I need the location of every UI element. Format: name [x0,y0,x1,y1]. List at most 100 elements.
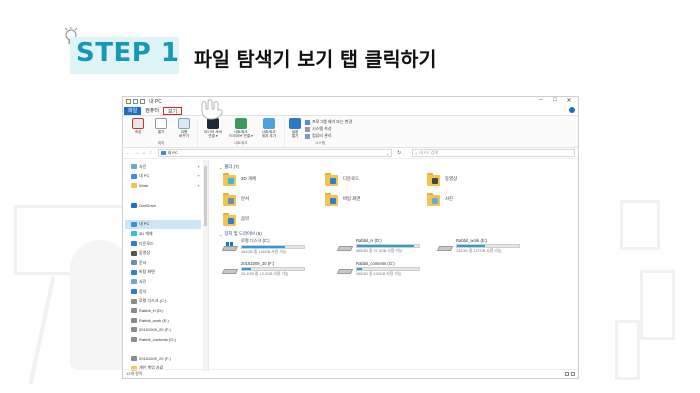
nav-item[interactable]: 사진 [131,277,208,287]
nav-item[interactable]: 바탕 화면 [131,268,208,278]
nav-item[interactable]: 내 PC ✦ [131,172,208,182]
system-properties-item[interactable]: 시스템 속성 [305,126,352,132]
large-icons-view-icon[interactable] [571,372,575,376]
address-path: 내 PC [167,150,178,155]
refresh-icon[interactable]: ↻ [395,150,403,156]
drives-header[interactable]: ⌄ 장치 및 드라이브 (5) [219,230,572,238]
folder-name: 문서 [241,196,250,201]
media-server-button[interactable]: 미디어 서버 연결 ▾ [201,118,225,140]
folder-name: 바탕 화면 [343,196,361,201]
details-view-icon[interactable] [565,372,569,376]
nav-item[interactable]: 사진 ✦ [131,162,208,172]
nav-item-label: 문서 [139,259,147,265]
nav-item[interactable]: 음악 [131,287,208,297]
drive-item[interactable]: 20151009_20 (F:) 15.1GB 중 13.0GB 사용 가능 [221,261,338,282]
network-drive-icon [235,118,247,129]
drive-usage-bar [241,267,305,271]
folder-item[interactable]: 문서 [223,191,325,207]
nav-scrollbar[interactable] [203,160,208,371]
ribbon: 속성 열기 이름 바꾸기 위치 미디어 서버 연결 ▾ 네트워크 드라이브 연결… [123,115,578,148]
folder-icon [223,212,236,226]
drive-free-space: 232GB 중 127GB 사용 가능 [456,249,502,253]
folder-item[interactable]: 사진 [427,191,529,207]
quick-access-icon[interactable] [133,99,138,104]
rename-icon [178,118,190,129]
nav-item[interactable]: 동영상 [131,248,208,258]
open-settings-button[interactable]: 설정 열기 [288,118,302,140]
forward-arrow-icon[interactable]: → [134,150,139,156]
up-arrow-icon[interactable]: ↑ [150,150,155,156]
nav-item[interactable]: Rabbit_work (E:) [131,316,208,326]
nav-item[interactable]: 3D 개체 [131,229,208,239]
nav-item-label: 음악 [139,288,147,294]
tab-file[interactable]: 파일 [124,106,142,115]
nav-item[interactable]: 문서 [131,258,208,268]
windows-drive-icon [221,242,239,253]
search-input[interactable]: ⌕ 내 PC 검색 [412,149,575,157]
drive-item[interactable]: Rabbit_contents (G:) 465GB 중 430GB 사용 가능 [336,261,438,282]
folders-grid: 3D 개체 다운로드 동영상문서 바탕 화면 사진음악 [219,171,572,227]
nav-item-label: 로컬 디스크 (C:) [139,298,167,304]
folder-item[interactable]: 음악 [223,211,325,227]
tab-view[interactable]: 보기 [163,106,183,115]
drive-item[interactable]: Rabbit_work (E:) 232GB 중 127GB 사용 가능 [436,238,538,259]
nav-item-icon [131,336,137,342]
uninstall-program-item[interactable]: 프로그램 제거 또는 변경 [305,119,352,125]
folder-name: 다운로드 [343,176,360,181]
add-network-location-button[interactable]: 네트워크 위치 추가 [257,118,281,140]
ribbon-group-label: 시스템 [315,141,326,145]
chevron-down-icon[interactable]: ⌄ [386,151,389,156]
nav-item[interactable]: 다운로드 [131,239,208,249]
folder-name: 3D 개체 [241,176,256,181]
drive-free-space: 465GB 중 430GB 사용 가능 [356,272,402,276]
close-button[interactable]: ✕ [562,97,576,104]
background-figure [70,240,130,370]
drives-grid: 로컬 디스크 (C:) 464GB 중 146GB 사용 가능 Rabbit_H (… [219,238,572,282]
recent-locations-icon[interactable]: ⌄ [142,150,147,156]
window-title: 내 PC [149,99,162,105]
folder-item[interactable]: 바탕 화면 [325,191,427,207]
file-explorer-window: 내 PC – □ ✕ 파일 컴퓨터 보기 속성 열기 이름 바꾸기 위치 미디어… [122,96,579,379]
nav-item-label: Work [139,183,149,189]
back-arrow-icon[interactable]: ← [126,150,131,156]
drive-item[interactable]: 로컬 디스크 (C:) 464GB 중 146GB 사용 가능 [221,238,338,259]
nav-item-label: 3D 개체 [139,230,153,236]
computer-management-item[interactable]: 컴퓨터 관리 [305,133,352,139]
nav-item-icon [131,231,137,237]
minimize-button[interactable]: – [534,97,548,104]
ribbon-group-label: 네트워크 [234,141,248,145]
nav-item-label: 바탕 화면 [139,269,155,275]
drive-item[interactable]: Rabbit_H (D:) 465GB 중 37.4GB 사용 가능 [336,238,438,259]
folder-icon [427,192,440,206]
folder-icon [325,192,338,206]
nav-item[interactable]: 20151009_20 (F:) [131,325,208,335]
drive-name: 20151009_20 (F:) [241,261,275,266]
title-bar: 내 PC – □ ✕ [123,97,578,106]
nav-item[interactable]: 20151009_20 (F:) [131,354,208,364]
folder-item[interactable]: 동영상 [427,171,529,187]
nav-item[interactable]: Rabbit_contents (G:) [131,335,208,345]
open-button[interactable]: 열기 [151,118,171,140]
nav-item[interactable]: Work ✦ [131,181,208,191]
address-bar[interactable]: 내 PC ⌄ [157,149,393,157]
folders-header[interactable]: ⌄ 폴더 (7) [219,163,572,171]
tab-computer[interactable]: 컴퓨터 [141,107,163,115]
nav-item-icon [131,298,137,304]
nav-item[interactable]: 로컬 디스크 (C:) [131,296,208,306]
nav-item[interactable]: OneDrive [131,200,208,210]
maximize-button[interactable]: □ [548,97,562,104]
map-drive-button[interactable]: 네트워크 드라이브 연결 ▾ [228,118,254,140]
quick-access-icon[interactable] [140,99,145,104]
hand-pointer-icon [201,99,223,120]
folder-item[interactable]: 3D 개체 [223,171,325,187]
folder-item[interactable]: 다운로드 [325,171,427,187]
nav-item[interactable]: 내 PC [125,219,201,230]
rename-button[interactable]: 이름 바꾸기 [174,118,194,140]
properties-button[interactable]: 속성 [128,118,148,140]
nav-item-icon [131,241,137,247]
nav-item[interactable]: Rabbit_H (D:) [131,306,208,316]
nav-item-label: 내 PC [139,221,150,227]
nav-item-icon [131,308,137,314]
nav-item-icon [131,327,137,333]
help-icon[interactable] [569,107,575,113]
